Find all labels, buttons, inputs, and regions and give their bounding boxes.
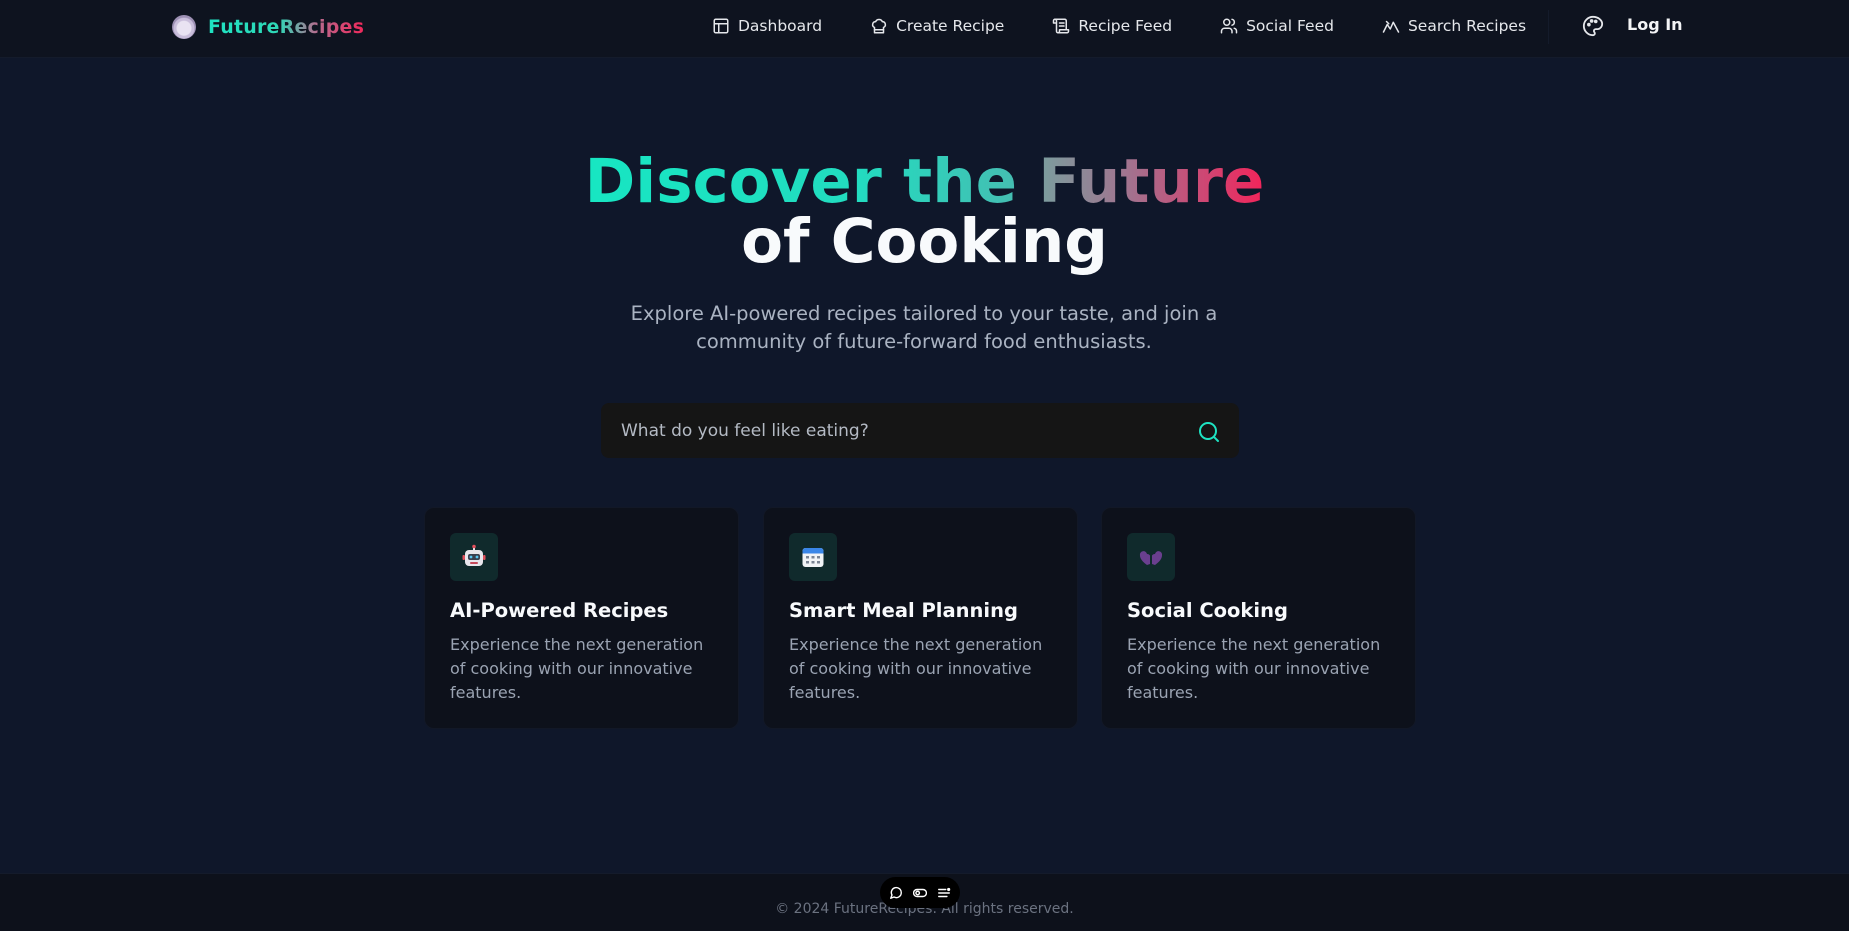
nav-item-recipe-feed[interactable]: Recipe Feed: [1052, 17, 1172, 35]
hero-title-line2: of Cooking: [741, 206, 1108, 277]
nav-label: Recipe Feed: [1078, 17, 1173, 35]
users-icon: [1220, 18, 1238, 34]
hero-subtitle: Explore AI-powered recipes tailored to y…: [630, 302, 1218, 353]
nav-item-dashboard[interactable]: Dashboard: [712, 17, 822, 35]
palette-icon[interactable]: [1582, 15, 1604, 37]
main-nav: Dashboard Create Recipe Recipe Feed Soci…: [712, 14, 1526, 38]
top-navbar: FutureRecipes Dashboard Create Recipe Re…: [0, 0, 1849, 58]
hearts-icon: [1127, 533, 1175, 581]
brand-name: FutureRecipes: [208, 16, 365, 38]
nav-label: Search Recipes: [1407, 17, 1527, 35]
nav-label: Social Feed: [1246, 17, 1334, 35]
floating-toolbar: [880, 877, 960, 908]
nav-label: Dashboard: [738, 17, 823, 35]
search-input[interactable]: [621, 403, 1181, 458]
nav-divider: [1548, 10, 1549, 44]
toggle-icon[interactable]: [913, 886, 927, 900]
feature-title: AI-Powered Recipes: [450, 599, 669, 622]
brand-logo[interactable]: FutureRecipes: [172, 14, 364, 40]
search-bar: [601, 403, 1239, 458]
feature-title: Smart Meal Planning: [789, 599, 1018, 622]
search-icon[interactable]: [1197, 420, 1221, 444]
nav-item-search-recipes[interactable]: Search Recipes: [1382, 17, 1526, 35]
dashboard-icon: [713, 18, 729, 34]
comment-icon[interactable]: [889, 886, 903, 900]
robot-icon: [450, 533, 498, 581]
calendar-icon: [789, 533, 837, 581]
nav-label: Create Recipe: [896, 17, 1005, 35]
feature-description: Experience the next generation of cookin…: [789, 635, 1043, 702]
feature-description: Experience the next generation of cookin…: [450, 635, 704, 702]
feature-title: Social Cooking: [1127, 599, 1288, 622]
feature-card-ai-recipes: AI-Powered Recipes Experience the next g…: [424, 507, 739, 729]
feature-card-meal-planning: Smart Meal Planning Experience the next …: [763, 507, 1078, 729]
hero-title: Discover the Future of Cooking: [0, 151, 1849, 277]
feature-description: Experience the next generation of cookin…: [1127, 635, 1381, 702]
menu-icon[interactable]: [937, 886, 951, 900]
chart-icon: [1382, 20, 1400, 33]
nav-item-create-recipe[interactable]: Create Recipe: [870, 17, 1004, 35]
scroll-icon: [1053, 18, 1070, 34]
chef-hat-icon: [872, 18, 887, 34]
login-button[interactable]: Log In: [1627, 15, 1683, 34]
nav-item-social-feed[interactable]: Social Feed: [1220, 17, 1334, 35]
feature-card-social-cooking: Social Cooking Experience the next gener…: [1101, 507, 1416, 729]
plate-icon: [172, 15, 196, 39]
